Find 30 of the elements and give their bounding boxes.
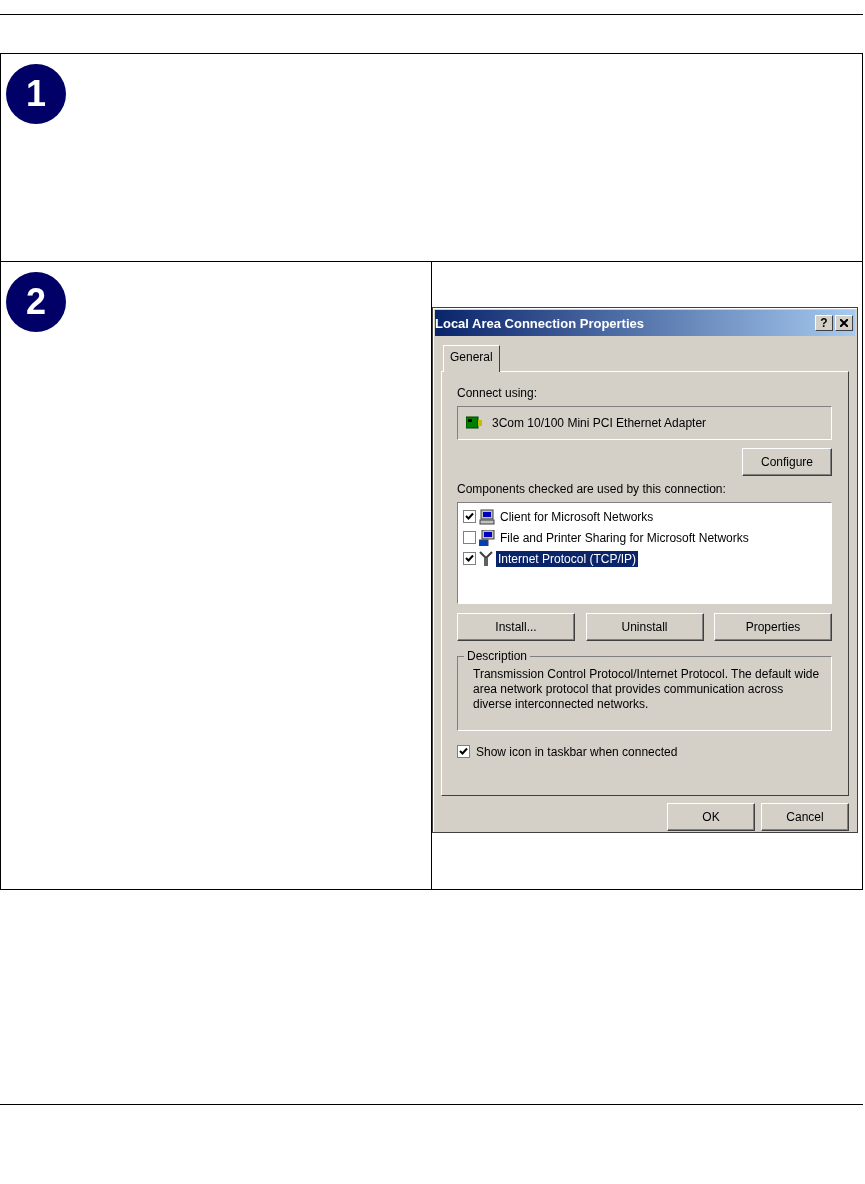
help-button[interactable]: ?	[815, 315, 833, 331]
window-title: Local Area Connection Properties	[435, 315, 645, 331]
description-text: Transmission Control Protocol/Internet Protocol. The default wide area network protocol that provides communication across diverse interconnected networks.	[473, 667, 821, 712]
checkbox-label: Show icon in taskbar when connected	[476, 744, 678, 759]
list-item[interactable]: Client for Microsoft Networks	[498, 508, 656, 525]
computer-icon	[479, 529, 495, 546]
dialog-button[interactable]: Cancel	[761, 803, 849, 831]
network-card-icon	[466, 416, 482, 430]
network-plug-icon	[479, 550, 493, 567]
section-label: Connect using:	[457, 386, 539, 400]
checkbox[interactable]	[463, 552, 476, 565]
checkbox[interactable]	[463, 510, 476, 523]
configure-button[interactable]: Configure	[742, 448, 832, 476]
section-label: Components checked are used by this connection:	[457, 482, 727, 496]
adapter-name: 3Com 10/100 Mini PCI Ethernet Adapter	[492, 416, 707, 430]
close-button[interactable]	[835, 315, 853, 331]
checkbox[interactable]	[463, 531, 476, 544]
computer-icon	[479, 508, 495, 525]
step-number: 1	[6, 64, 66, 124]
step-number: 2	[6, 272, 66, 332]
tab[interactable]: General	[443, 345, 500, 372]
group-legend: Description	[464, 649, 531, 663]
checkbox[interactable]	[457, 745, 470, 758]
action-button[interactable]: Properties	[714, 613, 832, 641]
list-item[interactable]: Internet Protocol (TCP/IP)	[496, 550, 639, 567]
action-button[interactable]: Install...	[457, 613, 575, 641]
close-icon	[840, 319, 848, 327]
dialog-button[interactable]: OK	[667, 803, 755, 831]
action-button[interactable]: Uninstall	[585, 613, 704, 641]
list-item[interactable]: File and Printer Sharing for Microsoft Networks	[498, 529, 751, 546]
